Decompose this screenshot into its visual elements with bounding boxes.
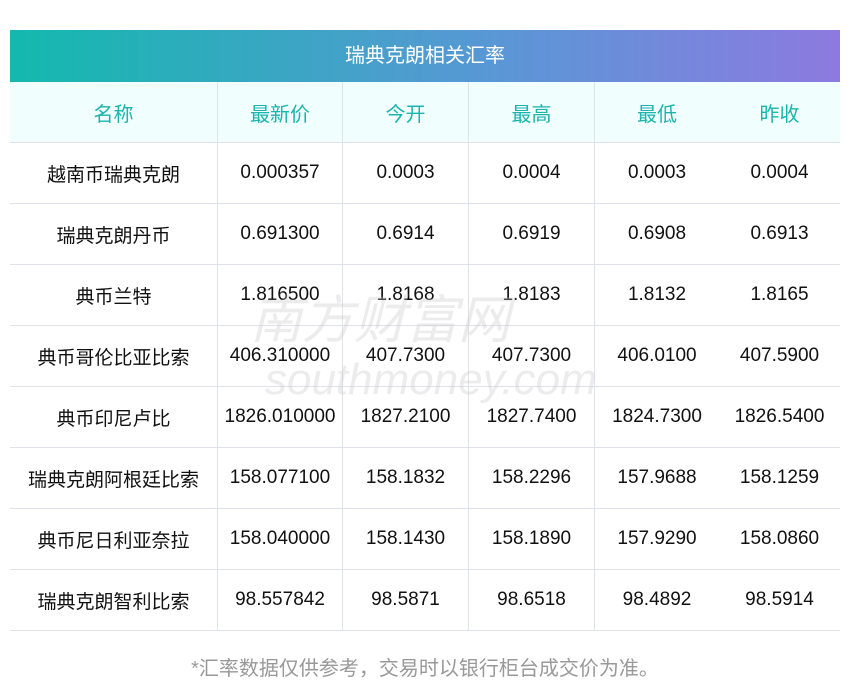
cell-name: 瑞典克朗智利比索 [10,569,218,631]
table-row: 瑞典克朗阿根廷比索 158.077100 158.1832 158.2296 157.9… [10,447,840,509]
table-row: 典币印尼卢比 1826.010000 1827.2100 1827.7400 1824.… [10,386,840,448]
cell-high: 158.2296 [468,447,595,509]
cell-latest: 1826.010000 [217,386,343,448]
cell-low: 98.4892 [594,569,719,631]
cell-prev-close: 0.6913 [719,203,840,265]
table-row: 典币哥伦比亚比索 406.310000 407.7300 407.7300 406.01… [10,325,840,387]
header-prev-close: 昨收 [719,82,840,143]
table-title: 瑞典克朗相关汇率 [10,30,840,82]
cell-prev-close: 407.5900 [719,325,840,387]
cell-prev-close: 158.1259 [719,447,840,509]
cell-latest: 158.040000 [217,508,343,570]
disclaimer: *汇率数据仅供参考，交易时以银行柜台成交价为准。 [191,658,659,680]
cell-high: 0.0004 [468,142,595,204]
cell-high: 98.6518 [468,569,595,631]
cell-open: 1.8168 [342,264,469,326]
cell-prev-close: 158.0860 [719,508,840,570]
cell-high: 407.7300 [468,325,595,387]
header-name: 名称 [10,82,218,143]
header-low: 最低 [594,82,719,143]
cell-open: 98.5871 [342,569,469,631]
cell-high: 0.6919 [468,203,595,265]
cell-low: 1824.7300 [594,386,719,448]
cell-latest: 158.077100 [217,447,343,509]
exchange-rate-table: 名称 最新价 今开 最高 最低 昨收 越南币瑞典克朗 0.000357 0.0003… [10,82,840,631]
cell-open: 1827.2100 [342,386,469,448]
table-row: 瑞典克朗丹币 0.691300 0.6914 0.6919 0.6908 0.6913 [10,203,840,265]
cell-low: 1.8132 [594,264,719,326]
cell-prev-close: 98.5914 [719,569,840,631]
cell-high: 1.8183 [468,264,595,326]
cell-open: 0.0003 [342,142,469,204]
header-open: 今开 [342,82,469,143]
cell-latest: 98.557842 [217,569,343,631]
cell-low: 406.0100 [594,325,719,387]
cell-open: 0.6914 [342,203,469,265]
header-high: 最高 [468,82,595,143]
cell-name: 典币印尼卢比 [10,386,218,448]
cell-prev-close: 1826.5400 [719,386,840,448]
cell-name: 典币哥伦比亚比索 [10,325,218,387]
cell-low: 157.9290 [594,508,719,570]
header-latest: 最新价 [217,82,343,143]
cell-low: 157.9688 [594,447,719,509]
cell-high: 158.1890 [468,508,595,570]
cell-low: 0.0003 [594,142,719,204]
cell-name: 瑞典克朗阿根廷比索 [10,447,218,509]
cell-latest: 0.691300 [217,203,343,265]
table-row: 典币尼日利亚奈拉 158.040000 158.1430 158.1890 157.92… [10,508,840,570]
table-row: 瑞典克朗智利比索 98.557842 98.5871 98.6518 98.4892 98… [10,569,840,631]
cell-latest: 1.816500 [217,264,343,326]
cell-low: 0.6908 [594,203,719,265]
cell-open: 158.1430 [342,508,469,570]
table-row: 越南币瑞典克朗 0.000357 0.0003 0.0004 0.0003 0.0004 [10,142,840,204]
cell-name: 典币兰特 [10,264,218,326]
cell-name: 瑞典克朗丹币 [10,203,218,265]
cell-latest: 406.310000 [217,325,343,387]
cell-high: 1827.7400 [468,386,595,448]
cell-open: 407.7300 [342,325,469,387]
cell-name: 越南币瑞典克朗 [10,142,218,204]
cell-prev-close: 0.0004 [719,142,840,204]
cell-open: 158.1832 [342,447,469,509]
cell-latest: 0.000357 [217,142,343,204]
cell-name: 典币尼日利亚奈拉 [10,508,218,570]
cell-prev-close: 1.8165 [719,264,840,326]
header-row: 名称 最新价 今开 最高 最低 昨收 [10,82,840,143]
table-row: 典币兰特 1.816500 1.8168 1.8183 1.8132 1.8165 [10,264,840,326]
